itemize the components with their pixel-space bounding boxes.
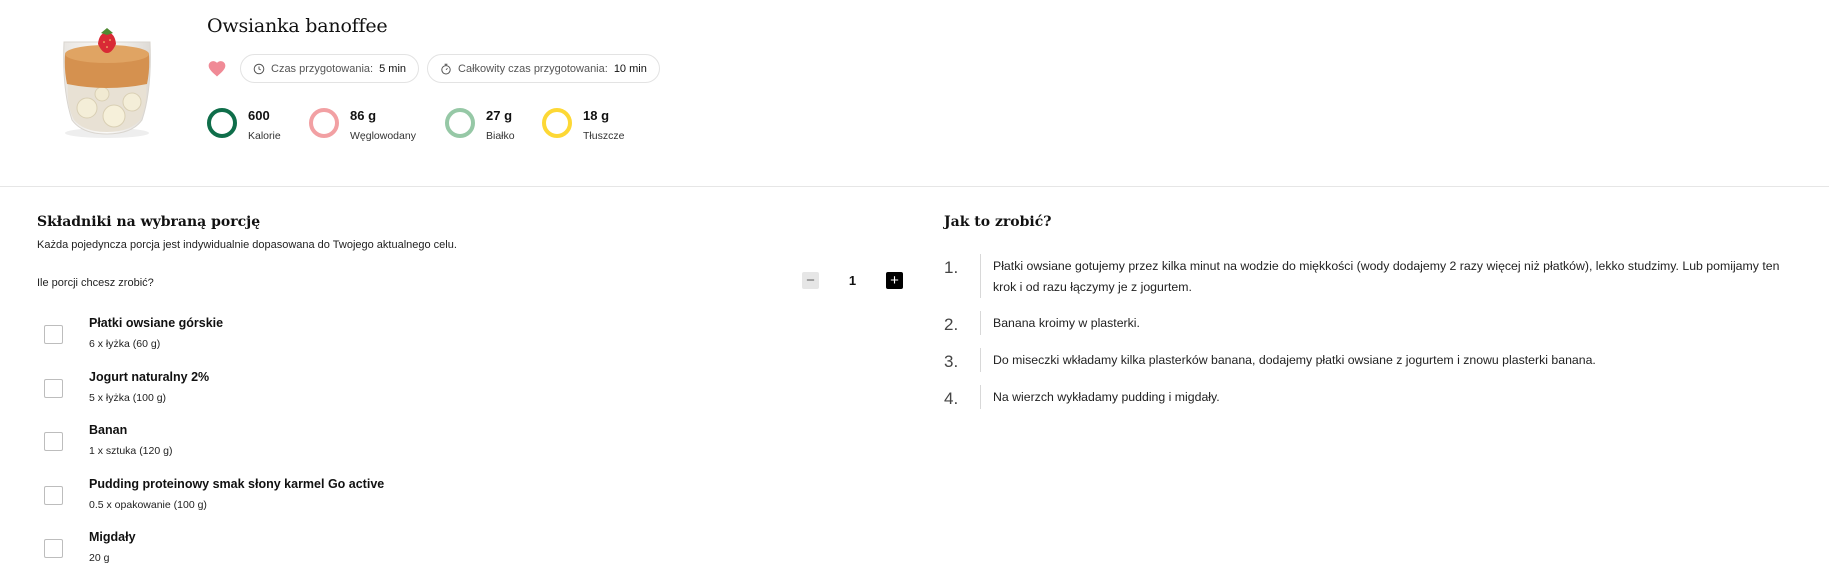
- recipe-photo: [63, 28, 151, 138]
- prep-time-pill: Czas przygotowania: 5 min: [240, 54, 420, 83]
- macro-calories: 600 Kalorie: [207, 108, 309, 142]
- carbs-ring: [309, 108, 339, 138]
- step-text: Na wierzch wykładamy pudding i migdały.: [993, 390, 1220, 404]
- calories-value: 600: [248, 108, 270, 123]
- ingredient-checkbox[interactable]: [44, 378, 63, 398]
- step-item: 1. Płatki owsiane gotujemy przez kilka m…: [944, 254, 1804, 298]
- fat-value: 18 g: [583, 108, 610, 123]
- increase-portion-button[interactable]: +: [886, 272, 903, 289]
- ingredient-name: Jogurt naturalny 2%: [89, 369, 210, 384]
- steps-title: Jak to zrobić?: [944, 214, 1052, 230]
- clock-icon: [253, 63, 265, 74]
- step-text: Do miseczki wkładamy kilka plasterków ba…: [993, 353, 1596, 367]
- ingredient-quantity: 0.5 x opakowanie (100 g): [89, 498, 207, 511]
- step-divider: [980, 348, 981, 372]
- ingredient-quantity: 1 x sztuka (120 g): [89, 445, 173, 457]
- ingredient-checkbox[interactable]: [44, 432, 63, 451]
- step-number: 1.: [944, 258, 959, 277]
- step-item: 3. Do miseczki wkładamy kilka plasterków…: [944, 348, 1804, 372]
- portion-stepper: − 1 +: [802, 272, 903, 289]
- macro-fat: 18 g Tłuszcze: [542, 108, 642, 142]
- ingredient-name: Migdały: [89, 530, 136, 544]
- fat-label: Tłuszcze: [583, 130, 625, 142]
- ingredient-quantity: 5 x łyżka (100 g): [89, 391, 167, 404]
- step-item: 2. Banana kroimy w plasterki.: [944, 311, 1804, 335]
- ingredient-item: Płatki owsiane górskie 6 x łyżka (60 g): [37, 313, 897, 367]
- carbs-label: Węglowodany: [350, 130, 416, 142]
- fat-ring: [542, 108, 572, 138]
- favorite-heart-icon[interactable]: [207, 59, 227, 79]
- ingredient-name: Płatki owsiane górskie: [89, 316, 224, 330]
- total-time-value: 10 min: [613, 62, 647, 75]
- steps-list: 1. Płatki owsiane gotujemy przez kilka m…: [944, 254, 1804, 422]
- ingredient-item: Migdały 20 g: [37, 527, 897, 579]
- ingredient-name: Pudding proteinowy smak słony karmel Go …: [89, 476, 385, 491]
- section-divider: [0, 186, 1829, 187]
- step-divider: [980, 311, 981, 335]
- calories-label: Kalorie: [248, 130, 281, 142]
- prep-time-label: Czas przygotowania:: [271, 62, 374, 75]
- macro-protein: 27 g Białko: [445, 108, 542, 142]
- macro-carbs: 86 g Węglowodany: [309, 108, 445, 142]
- prep-time-value: 5 min: [379, 62, 407, 75]
- ingredients-subtitle: Każda pojedyncza porcja jest indywidualn…: [37, 239, 457, 251]
- recipe-meta: Czas przygotowania: 5 min Całkowity czas…: [207, 54, 660, 83]
- timer-icon: [441, 63, 451, 74]
- total-time-pill: Całkowity czas przygotowania: 10 min: [427, 54, 660, 83]
- ingredient-list: Płatki owsiane górskie 6 x łyżka (60 g) …: [37, 313, 897, 579]
- portion-question: Ile porcji chcesz zrobić?: [37, 277, 154, 289]
- step-text: Płatki owsiane gotujemy przez kilka minu…: [993, 259, 1780, 294]
- step-divider: [980, 385, 981, 409]
- ingredient-checkbox[interactable]: [44, 539, 63, 558]
- ingredient-quantity: 20 g: [89, 552, 110, 564]
- decrease-portion-button[interactable]: −: [802, 272, 819, 289]
- calories-ring: [207, 108, 237, 138]
- ingredient-item: Banan 1 x sztuka (120 g): [37, 420, 897, 474]
- step-divider: [980, 254, 981, 298]
- ingredient-quantity: 6 x łyżka (60 g): [89, 338, 161, 350]
- step-text: Banana kroimy w plasterki.: [993, 316, 1140, 330]
- ingredients-title: Składniki na wybraną porcję: [37, 214, 261, 230]
- ingredient-item: Jogurt naturalny 2% 5 x łyżka (100 g): [37, 367, 897, 421]
- protein-label: Białko: [486, 130, 515, 142]
- step-item: 4. Na wierzch wykładamy pudding i migdał…: [944, 385, 1804, 409]
- carbs-value: 86 g: [350, 108, 377, 123]
- portion-count: 1: [848, 273, 857, 288]
- step-number: 3.: [944, 352, 959, 371]
- ingredient-name: Banan: [89, 423, 128, 437]
- ingredient-checkbox[interactable]: [44, 325, 63, 344]
- recipe-title: Owsianka banoffee: [207, 15, 388, 37]
- protein-ring: [445, 108, 475, 138]
- macros-row: 600 Kalorie 86 g Węglowodany 27 g Białko…: [207, 108, 642, 142]
- step-number: 4.: [944, 389, 959, 408]
- step-number: 2.: [944, 315, 959, 334]
- ingredient-checkbox[interactable]: [44, 485, 63, 505]
- ingredient-item: Pudding proteinowy smak słony karmel Go …: [37, 474, 897, 528]
- total-time-label: Całkowity czas przygotowania:: [458, 62, 608, 75]
- protein-value: 27 g: [486, 108, 513, 123]
